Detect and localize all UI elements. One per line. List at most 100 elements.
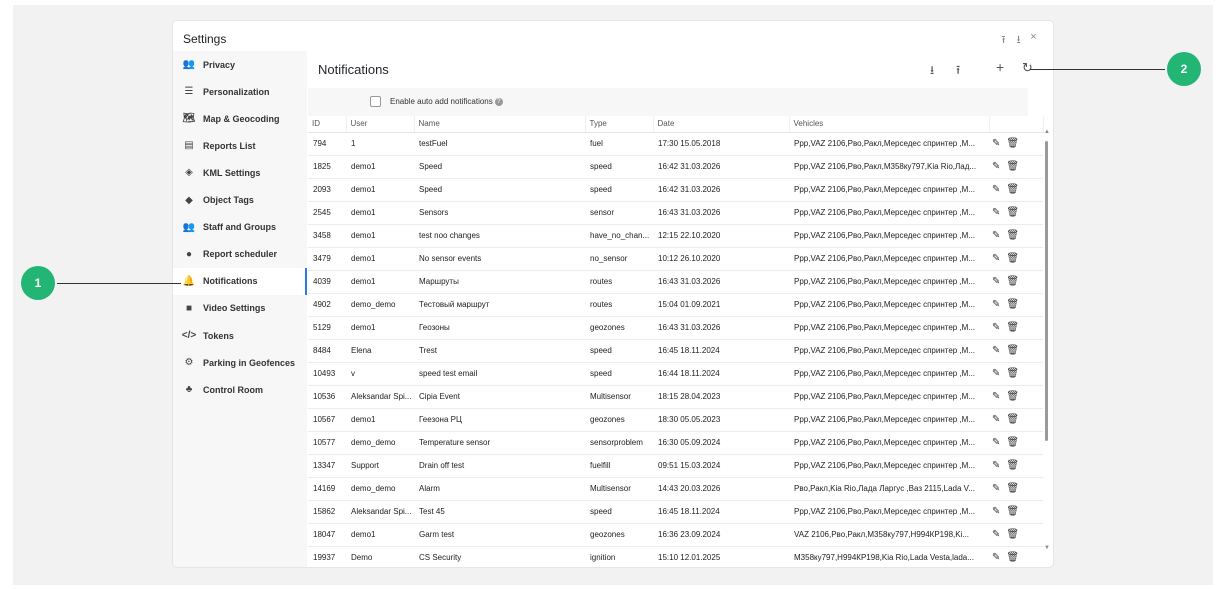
edit-icon[interactable]: ✎ [992, 161, 1000, 172]
edit-icon[interactable]: ✎ [992, 299, 1000, 310]
table-row[interactable]: 14169 demo_demo Alarm Multisensor 14:43 20.0… [308, 477, 1043, 501]
table-row[interactable]: 4902 demo_demo Тестовый маршрут routes 15:04… [308, 293, 1043, 317]
delete-icon[interactable]: 🗑 [1006, 138, 1019, 149]
edit-icon[interactable]: ✎ [992, 460, 1000, 471]
delete-icon[interactable]: 🗑 [1006, 322, 1019, 333]
sidebar-item-notifications[interactable]: 🔔 Notifications [173, 267, 307, 295]
delete-icon[interactable]: 🗑 [1006, 184, 1019, 195]
edit-icon[interactable]: ✎ [992, 437, 1000, 448]
edit-icon[interactable]: ✎ [992, 506, 1000, 517]
table-row[interactable]: 5129 demo1 Геозоны geozones 16:43 31.03.2026… [308, 316, 1043, 340]
delete-icon[interactable]: 🗑 [1006, 414, 1019, 425]
column-header-type[interactable]: Type [585, 116, 654, 133]
cell-user: demo1 [346, 178, 414, 202]
sidebar-item-tokens[interactable]: </> Tokens [173, 322, 307, 349]
table-row[interactable]: 4039 demo1 Маршруты routes 16:43 31.03.2026 P… [308, 270, 1043, 294]
edit-icon[interactable]: ✎ [992, 138, 1000, 149]
delete-icon[interactable]: 🗑 [1006, 276, 1019, 287]
table-row[interactable]: 10567 demo1 Геезона РЦ geozones 18:30 05.05.… [308, 408, 1043, 432]
table-row[interactable]: 1825 demo1 Speed speed 16:42 31.03.2026 Ppp,V… [308, 155, 1043, 179]
edit-icon[interactable]: ✎ [992, 552, 1000, 563]
column-header-vehicles[interactable]: Vehicles [789, 116, 990, 133]
table-row[interactable]: 794 1 testFuel fuel 17:30 15.05.2018 Ppp,VAZ … [308, 132, 1043, 156]
cell-id: 794 [308, 132, 346, 156]
sidebar-item-kml-settings[interactable]: ◈ KML Settings [173, 159, 307, 186]
sidebar-item-reports-list[interactable]: ▤ Reports List [173, 132, 307, 159]
column-header-user[interactable]: User [346, 116, 415, 133]
table-row[interactable]: 2093 demo1 Speed speed 16:42 31.03.2026 Ppp,V… [308, 178, 1043, 202]
delete-icon[interactable]: 🗑 [1006, 460, 1019, 471]
delete-icon[interactable]: 🗑 [1006, 230, 1019, 241]
download-icon[interactable]: ⭳ [930, 61, 934, 82]
edit-icon[interactable]: ✎ [992, 207, 1000, 218]
table-row[interactable]: 13347 Support Drain off test fuelfill 09:51 … [308, 454, 1043, 478]
column-header-id[interactable]: ID [308, 116, 347, 133]
delete-icon[interactable]: 🗑 [1006, 253, 1019, 264]
download-icon[interactable]: ⭳ [1013, 31, 1024, 50]
delete-icon[interactable]: 🗑 [1006, 529, 1019, 540]
scrollbar[interactable]: ▲ ▼ [1044, 129, 1050, 551]
edit-icon[interactable]: ✎ [992, 414, 1000, 425]
edit-icon[interactable]: ✎ [992, 368, 1000, 379]
add-icon[interactable]: + [996, 59, 1004, 75]
sidebar-item-privacy[interactable]: 👥 Privacy [173, 51, 307, 78]
sidebar-item-map-geocoding[interactable]: 🗺 Map & Geocoding [173, 105, 307, 132]
sidebar-item-object-tags[interactable]: ◆ Object Tags [173, 187, 307, 214]
row-actions: ✎ 🗑 [989, 408, 1043, 432]
sidebar-item-personalization[interactable]: ☰ Personalization [173, 78, 307, 105]
sidebar-item-parking-in-geofences[interactable]: ⚙ Parking in Geofences [173, 349, 307, 376]
sidebar-item-control-room[interactable]: ♣ Control Room [173, 376, 307, 403]
sidebar-item-video-settings[interactable]: ■ Video Settings [173, 295, 307, 322]
delete-icon[interactable]: 🗑 [1006, 483, 1019, 494]
edit-icon[interactable]: ✎ [992, 276, 1000, 287]
refresh-icon[interactable]: ↻ [1022, 60, 1033, 76]
row-actions: ✎ 🗑 [989, 293, 1043, 317]
edit-icon[interactable]: ✎ [992, 529, 1000, 540]
table-row[interactable]: 3479 demo1 No sensor events no_sensor 10:12 … [308, 247, 1043, 271]
table-row[interactable]: 15862 Aleksandar Spi... Test 45 speed 16:45 … [308, 500, 1043, 524]
table-row[interactable]: 10577 demo_demo Temperature sensor sensorpr… [308, 431, 1043, 455]
upload-icon[interactable]: ⭱ [956, 61, 960, 82]
auto-add-checkbox[interactable] [370, 96, 381, 107]
row-actions: ✎ 🗑 [989, 477, 1043, 501]
delete-icon[interactable]: 🗑 [1006, 391, 1019, 402]
help-icon[interactable]: ? [494, 97, 503, 106]
delete-icon[interactable]: 🗑 [1006, 161, 1019, 172]
table-row[interactable]: 10493 v speed test email speed 16:44 18.11.2… [308, 362, 1043, 386]
sidebar-item-staff-and-groups[interactable]: 👥 Staff and Groups [173, 214, 307, 241]
edit-icon[interactable]: ✎ [992, 253, 1000, 264]
edit-icon[interactable]: ✎ [992, 184, 1000, 195]
cell-type: fuelfill [585, 454, 653, 478]
cell-date: 16:42 31.03.2026 [653, 155, 789, 179]
callout-2: 2 [1167, 52, 1201, 86]
table-row[interactable]: 8484 Elena Trest speed 16:45 18.11.2024 Ppp,V… [308, 339, 1043, 363]
row-actions: ✎ 🗑 [989, 523, 1043, 547]
scroll-down-icon[interactable]: ▼ [1044, 545, 1050, 551]
cell-vehicles: Ppp,VAZ 2106,Рво,Ракл,Мерседес спринтер … [789, 270, 989, 294]
sidebar-item-report-scheduler[interactable]: ● Report scheduler [173, 241, 307, 268]
table-row[interactable]: 18047 demo1 Garm test geozones 16:36 23.09.2… [308, 523, 1043, 547]
table-row[interactable]: 3458 demo1 test noo changes have_no_chan...… [308, 224, 1043, 248]
table-row[interactable]: 10536 Aleksandar Spi... Cipia Event Multise… [308, 385, 1043, 409]
delete-icon[interactable]: 🗑 [1006, 368, 1019, 379]
table-row[interactable]: 2545 demo1 Sensors sensor 16:43 31.03.2026 Pp… [308, 201, 1043, 225]
edit-icon[interactable]: ✎ [992, 483, 1000, 494]
delete-icon[interactable]: 🗑 [1006, 552, 1019, 563]
delete-icon[interactable]: 🗑 [1006, 437, 1019, 448]
edit-icon[interactable]: ✎ [992, 345, 1000, 356]
cell-name: Drain off test [414, 454, 585, 478]
delete-icon[interactable]: 🗑 [1006, 345, 1019, 356]
column-header-date[interactable]: Date [653, 116, 790, 133]
delete-icon[interactable]: 🗑 [1006, 207, 1019, 218]
edit-icon[interactable]: ✎ [992, 391, 1000, 402]
edit-icon[interactable]: ✎ [992, 230, 1000, 241]
scroll-up-icon[interactable]: ▲ [1044, 129, 1050, 135]
scroll-thumb[interactable] [1045, 141, 1048, 441]
delete-icon[interactable]: 🗑 [1006, 299, 1019, 310]
delete-icon[interactable]: 🗑 [1006, 506, 1019, 517]
upload-icon[interactable]: ⭱ [998, 31, 1009, 50]
edit-icon[interactable]: ✎ [992, 322, 1000, 333]
column-header-name[interactable]: Name [414, 116, 586, 133]
close-icon[interactable]: × [1028, 31, 1039, 50]
table-row[interactable]: 19937 Demo CS Security ignition 15:10 12.01.… [308, 546, 1043, 567]
